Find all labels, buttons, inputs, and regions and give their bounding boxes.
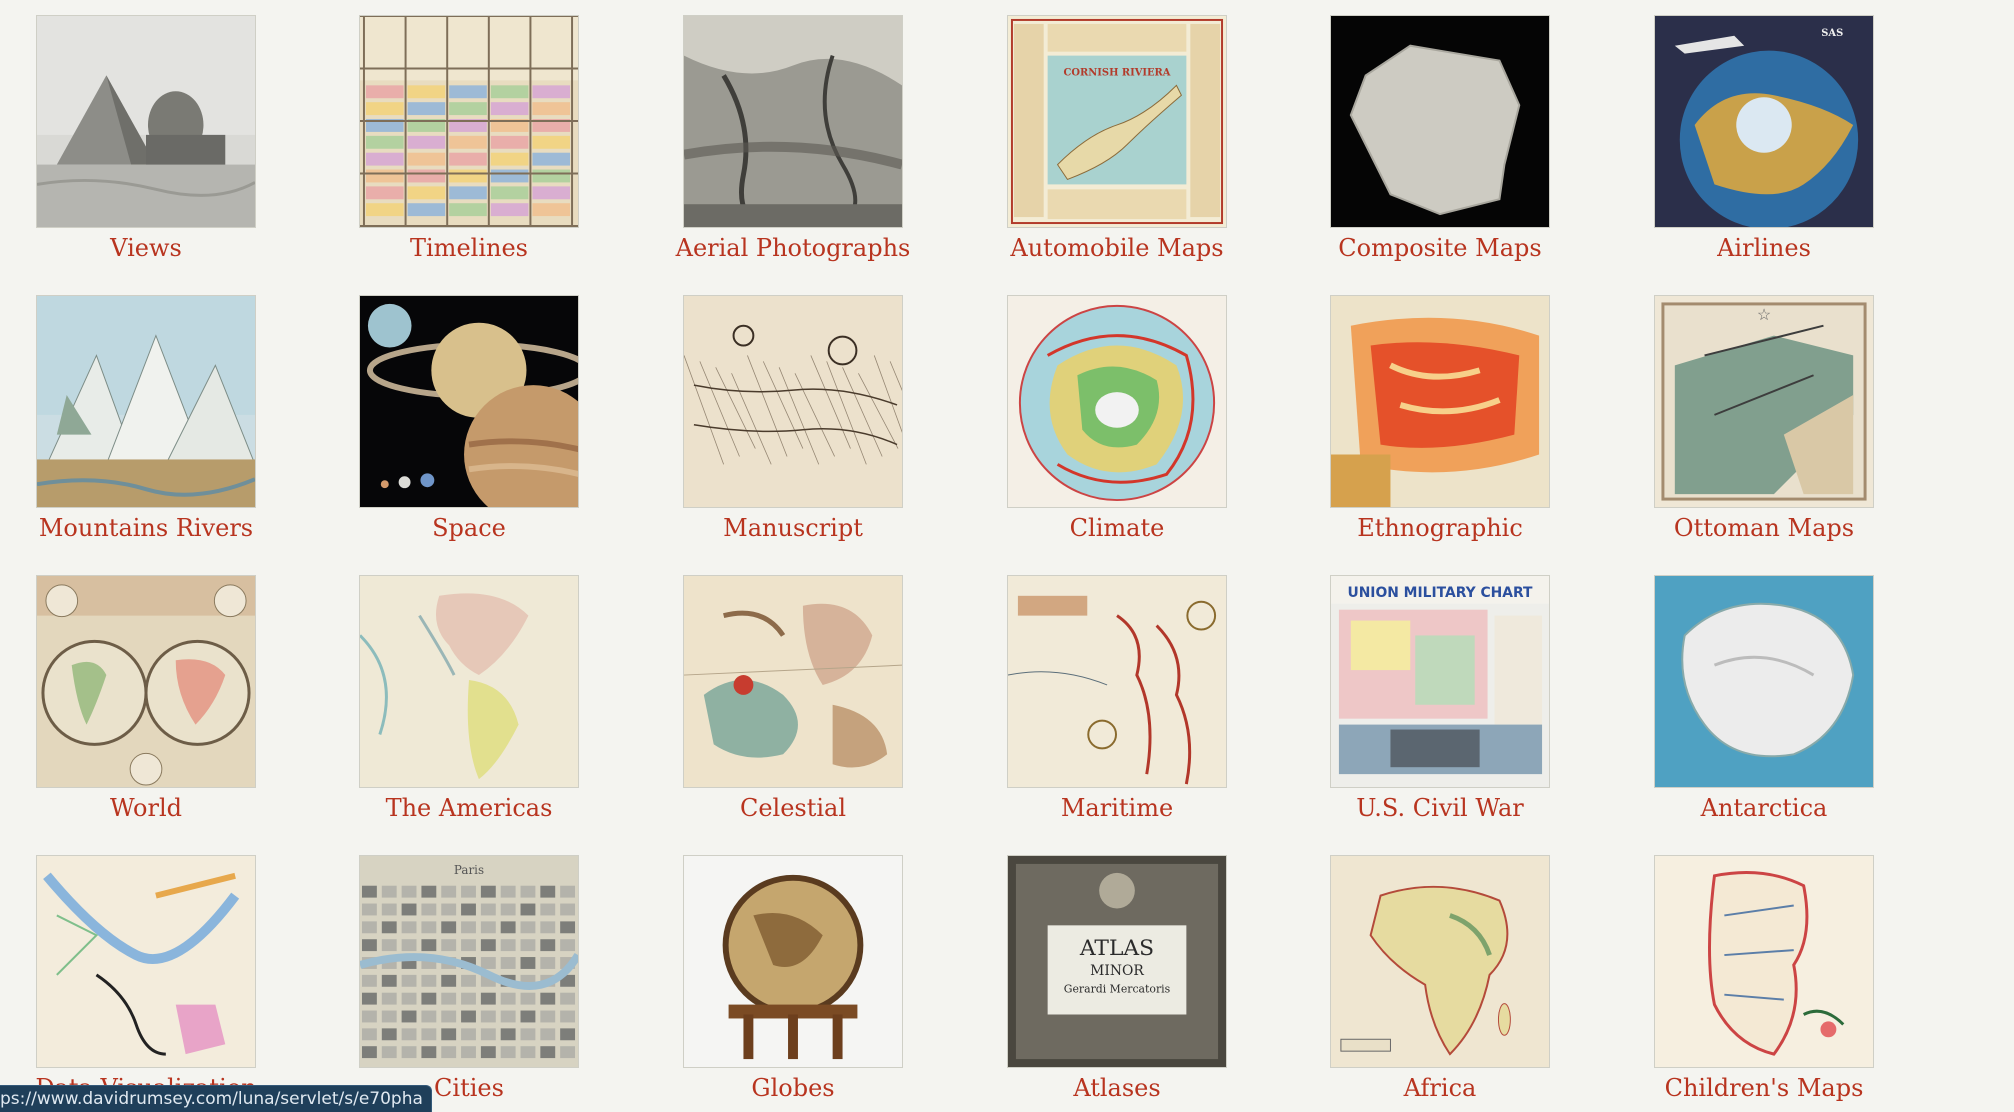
- collection-thumbnail[interactable]: [1007, 295, 1227, 508]
- collection-label[interactable]: Mountains Rivers: [0, 513, 296, 543]
- collection-thumbnail[interactable]: [36, 855, 256, 1068]
- collection-label[interactable]: The Americas: [319, 793, 619, 823]
- collection-label[interactable]: U.S. Civil War: [1290, 793, 1590, 823]
- collection-thumbnail[interactable]: [683, 855, 903, 1068]
- collection-thumbnail[interactable]: SAS: [1654, 15, 1874, 228]
- collection-label[interactable]: Antarctica: [1614, 793, 1914, 823]
- collection-label[interactable]: Airlines: [1614, 233, 1914, 263]
- svg-text:CORNISH RIVIERA: CORNISH RIVIERA: [1064, 67, 1171, 78]
- collection-label[interactable]: Maritime: [967, 793, 1267, 823]
- collection-label[interactable]: Celestial: [643, 793, 943, 823]
- collection-thumbnail[interactable]: [359, 295, 579, 508]
- collection-label[interactable]: Children's Maps: [1614, 1073, 1914, 1103]
- svg-text:ATLAS: ATLAS: [1079, 936, 1154, 961]
- svg-text:MINOR: MINOR: [1090, 963, 1144, 979]
- collection-label[interactable]: World: [0, 793, 296, 823]
- svg-text:Gerardi Mercatoris: Gerardi Mercatoris: [1064, 983, 1171, 996]
- collection-label[interactable]: Atlases: [967, 1073, 1267, 1103]
- collection-label[interactable]: Timelines: [319, 233, 619, 263]
- collection-thumbnail[interactable]: [36, 295, 256, 508]
- collection-label[interactable]: Composite Maps: [1290, 233, 1590, 263]
- collection-thumbnail[interactable]: [1330, 295, 1550, 508]
- status-url: ps://www.davidrumsey.com/luna/servlet/s/…: [0, 1089, 423, 1109]
- collection-thumbnail[interactable]: [1654, 855, 1874, 1068]
- collection-label[interactable]: Aerial Photographs: [643, 233, 943, 263]
- collection-gallery: Views Timelines Aerial Photographs CORNIS…: [0, 0, 2014, 1112]
- collection-thumbnail[interactable]: [36, 15, 256, 228]
- collection-thumbnail[interactable]: Paris: [359, 855, 579, 1068]
- svg-text:SAS: SAS: [1821, 28, 1843, 39]
- collection-thumbnail[interactable]: ☆: [1654, 295, 1874, 508]
- collection-thumbnail[interactable]: [1330, 855, 1550, 1068]
- collection-thumbnail[interactable]: ATLAS MINOR Gerardi Mercatoris: [1007, 855, 1227, 1068]
- collection-thumbnail[interactable]: [1007, 575, 1227, 788]
- collection-label[interactable]: Globes: [643, 1073, 943, 1103]
- svg-text:UNION MILITARY CHART: UNION MILITARY CHART: [1347, 585, 1533, 601]
- collection-thumbnail[interactable]: [359, 15, 579, 228]
- collection-thumbnail[interactable]: [683, 295, 903, 508]
- collection-label[interactable]: Ethnographic: [1290, 513, 1590, 543]
- collection-thumbnail[interactable]: [683, 575, 903, 788]
- svg-text:☆: ☆: [1757, 305, 1771, 324]
- collection-thumbnail[interactable]: [1654, 575, 1874, 788]
- collection-label[interactable]: Automobile Maps: [967, 233, 1267, 263]
- collection-thumbnail[interactable]: CORNISH RIVIERA: [1007, 15, 1227, 228]
- collection-label[interactable]: Views: [0, 233, 296, 263]
- collection-label[interactable]: Africa: [1290, 1073, 1590, 1103]
- collection-label[interactable]: Space: [319, 513, 619, 543]
- collection-label[interactable]: Ottoman Maps: [1614, 513, 1914, 543]
- svg-text:Paris: Paris: [454, 863, 484, 877]
- collection-thumbnail[interactable]: [1330, 15, 1550, 228]
- collection-thumbnail[interactable]: UNION MILITARY CHART: [1330, 575, 1550, 788]
- collection-thumbnail[interactable]: [359, 575, 579, 788]
- collection-thumbnail[interactable]: [36, 575, 256, 788]
- link-preview-status-bar: ps://www.davidrumsey.com/luna/servlet/s/…: [0, 1085, 432, 1112]
- collection-label[interactable]: Climate: [967, 513, 1267, 543]
- collection-thumbnail[interactable]: [683, 15, 903, 228]
- collection-label[interactable]: Manuscript: [643, 513, 943, 543]
